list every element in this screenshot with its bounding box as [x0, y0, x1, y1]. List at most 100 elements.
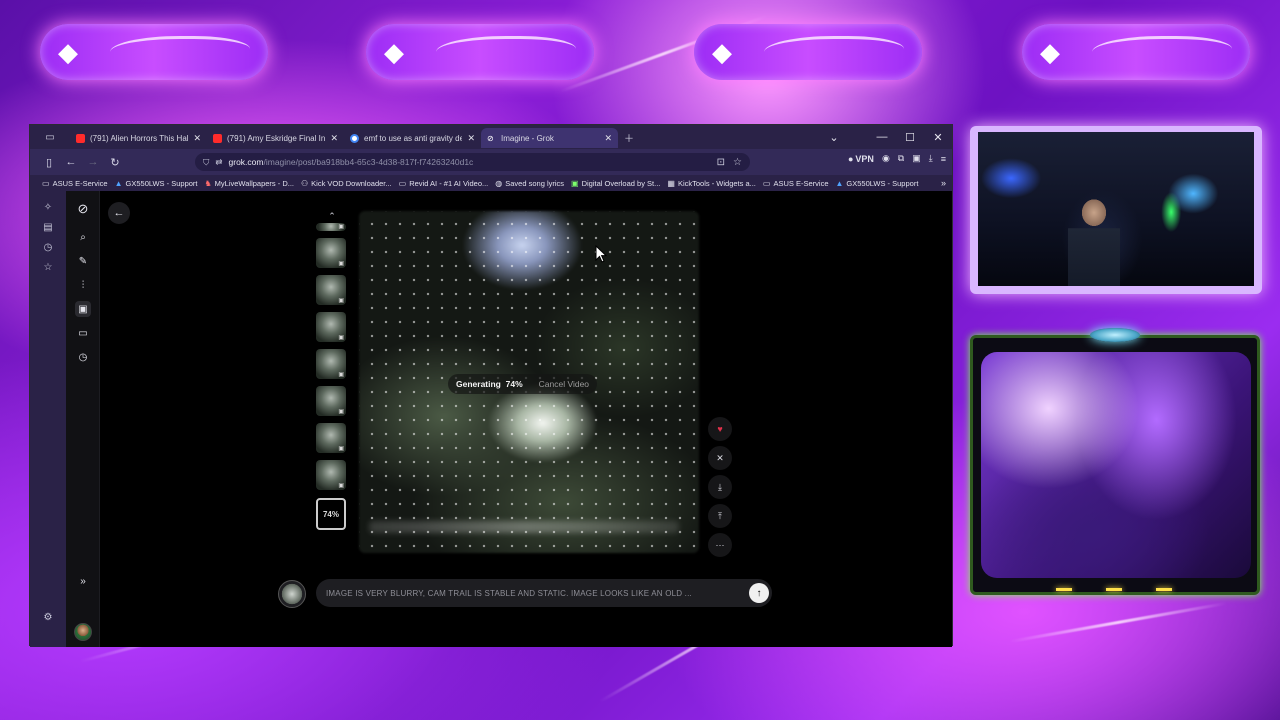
stream-alert-frame: [970, 335, 1260, 595]
share-x-button[interactable]: ✕: [708, 446, 732, 470]
bookmark-item[interactable]: ▭ ASUS E-Service: [42, 179, 108, 188]
overlay-badge: ◆: [694, 24, 922, 80]
prompt-image-thumbnail[interactable]: [278, 580, 306, 608]
asus-icon: ▲: [114, 178, 123, 188]
history-icon[interactable]: ◷: [75, 349, 91, 365]
folder-icon: ▭: [398, 178, 407, 188]
imagine-icon[interactable]: ▣: [75, 301, 91, 317]
site-info-icon[interactable]: ⛉: [203, 157, 209, 168]
globe-icon: ◍: [495, 178, 503, 188]
thumbnail-rail: ⌃ 74%: [316, 211, 348, 530]
bookmark-item[interactable]: ♞ MyLiveWallpapers - D...: [205, 179, 295, 188]
aria-icon[interactable]: ✧: [40, 199, 56, 215]
bookmarks-overflow-icon[interactable]: »: [941, 175, 946, 191]
asus-icon: ▲: [835, 178, 844, 188]
maximize-icon[interactable]: ☐: [896, 125, 924, 149]
folder-icon: ▭: [762, 178, 771, 188]
reload-icon[interactable]: ↻: [104, 151, 126, 173]
projects-icon[interactable]: ▭: [75, 325, 91, 341]
download-button[interactable]: ⤓: [708, 475, 732, 499]
bookmark-star-icon[interactable]: ☆: [733, 157, 742, 168]
bookmark-item[interactable]: ▣ Digital Overload by St...: [571, 179, 660, 188]
progress-percent: 74%: [505, 379, 523, 389]
thumbnail[interactable]: [316, 223, 346, 231]
new-tab-icon[interactable]: ＋: [618, 127, 640, 147]
avatar[interactable]: [74, 623, 92, 641]
close-tab-icon[interactable]: ✕: [604, 133, 612, 144]
new-chat-icon[interactable]: ✎: [75, 253, 91, 269]
history-icon[interactable]: ◷: [40, 239, 56, 255]
page-content: ✧ ▤ ◷ ☆ ⚙ ⊘ ⌕ ✎ ⫶ ▣ ▭ ◷ » ← ⌃ ▣ ▣ ▣ ▣ ▣ …: [30, 191, 952, 647]
thumbnail[interactable]: [316, 349, 346, 379]
back-icon[interactable]: ←: [60, 151, 82, 173]
extensions-puzzle-icon[interactable]: ⧉: [898, 153, 904, 164]
thumbnail[interactable]: [316, 386, 346, 416]
bookmark-item[interactable]: ◍ Saved song lyrics: [495, 179, 564, 188]
generating-thumbnail[interactable]: 74%: [316, 498, 346, 530]
tab-search-chevron-icon[interactable]: ⌄: [820, 125, 848, 149]
close-tab-icon[interactable]: ✕: [193, 133, 201, 144]
tab-alien-horrors[interactable]: (791) Alien Horrors This Hallow ✕: [70, 128, 207, 148]
site-settings-icon[interactable]: ⇄: [215, 157, 222, 168]
menu-icon[interactable]: ≡: [941, 154, 946, 164]
thumbnail[interactable]: [316, 423, 346, 453]
tab-imagine-grok[interactable]: ⊘ Imagine - Grok ✕: [481, 128, 618, 148]
kick-icon: ⚇: [301, 178, 309, 188]
tab-amy-eskridge[interactable]: (791) Amy Eskridge Final Interv ✕: [207, 128, 344, 148]
bookmark-item[interactable]: ▲ GX550LWS - Support: [836, 179, 919, 188]
thumbnail[interactable]: [316, 312, 346, 342]
browser-sidebar: ✧ ▤ ◷ ☆ ⚙: [30, 191, 66, 647]
blurred-caption: [369, 521, 679, 533]
thumbnail[interactable]: [316, 275, 346, 305]
settings-icon[interactable]: ⚙: [40, 609, 56, 625]
search-icon[interactable]: ⌕: [75, 229, 91, 245]
book-icon: ▣: [571, 178, 579, 188]
mouse-cursor-icon: [595, 245, 607, 263]
share-button[interactable]: ⤒: [708, 504, 732, 528]
expand-sidebar-icon[interactable]: »: [75, 573, 91, 589]
scroll-up-icon[interactable]: ⌃: [316, 211, 348, 221]
tab-emf-search[interactable]: emf to use as anti gravity devic ✕: [344, 128, 481, 148]
close-tab-icon[interactable]: ✕: [330, 133, 338, 144]
bookmarks-icon[interactable]: ☆: [40, 259, 56, 275]
grok-logo-icon[interactable]: ⊘: [75, 201, 91, 217]
thumbnail[interactable]: [316, 238, 346, 268]
close-tab-icon[interactable]: ✕: [467, 133, 475, 144]
background-streak: [1009, 601, 1227, 643]
kick-icon: ▦: [667, 178, 675, 188]
light-strip: [1156, 588, 1172, 591]
prompt-input[interactable]: IMAGE IS VERY BLURRY, CAM TRAIL IS STABL…: [316, 579, 772, 607]
sidebar-toggle-icon[interactable]: ▯: [38, 151, 60, 173]
post-actions: ♥ ✕ ⤓ ⤒ ···: [708, 417, 734, 562]
arrow-left-icon: ←: [113, 207, 125, 219]
bookmark-item[interactable]: ▲ GX550LWS - Support: [115, 179, 198, 188]
generation-status: Generating 74% Cancel Video: [448, 374, 598, 394]
thumbnail[interactable]: [316, 460, 346, 490]
close-window-icon[interactable]: ✕: [924, 125, 952, 149]
bookmark-item[interactable]: ▭ ASUS E-Service: [763, 179, 829, 188]
folder-icon: ▭: [42, 178, 50, 188]
snapshot-icon[interactable]: ⊡: [717, 157, 725, 168]
workspace-icon[interactable]: ▭: [30, 127, 70, 147]
gem-icon: ◆: [712, 37, 732, 67]
vpn-badge[interactable]: ● VPN: [848, 154, 874, 164]
like-button[interactable]: ♥: [708, 417, 732, 441]
forward-icon[interactable]: →: [82, 151, 104, 173]
browser-window: ▭ (791) Alien Horrors This Hallow ✕ (791…: [29, 124, 953, 647]
extension-icon[interactable]: ◉: [882, 153, 890, 164]
gem-icon: ◆: [1040, 37, 1060, 67]
send-button[interactable]: ↑: [749, 583, 769, 603]
url-field[interactable]: ⛉ ⇄ grok.com/imagine/post/ba918bb4-65c3-…: [195, 153, 750, 171]
workspaces-icon[interactable]: ▤: [40, 219, 56, 235]
cancel-video-button[interactable]: Cancel Video: [539, 379, 589, 389]
download-icon[interactable]: ⤓: [929, 153, 933, 164]
upload-icon: ⤒: [718, 510, 722, 521]
minimize-icon[interactable]: —: [868, 125, 896, 149]
voice-icon[interactable]: ⫶: [75, 277, 91, 293]
more-button[interactable]: ···: [708, 533, 732, 557]
bookmark-item[interactable]: ▦ KickTools - Widgets a...: [667, 179, 756, 188]
back-button[interactable]: ←: [108, 202, 130, 224]
bookmark-item[interactable]: ▭ Revid AI - #1 AI Video...: [399, 179, 489, 188]
bookmark-item[interactable]: ⚇ Kick VOD Downloader...: [301, 179, 392, 188]
profile-badge-icon[interactable]: ▣: [912, 153, 921, 164]
